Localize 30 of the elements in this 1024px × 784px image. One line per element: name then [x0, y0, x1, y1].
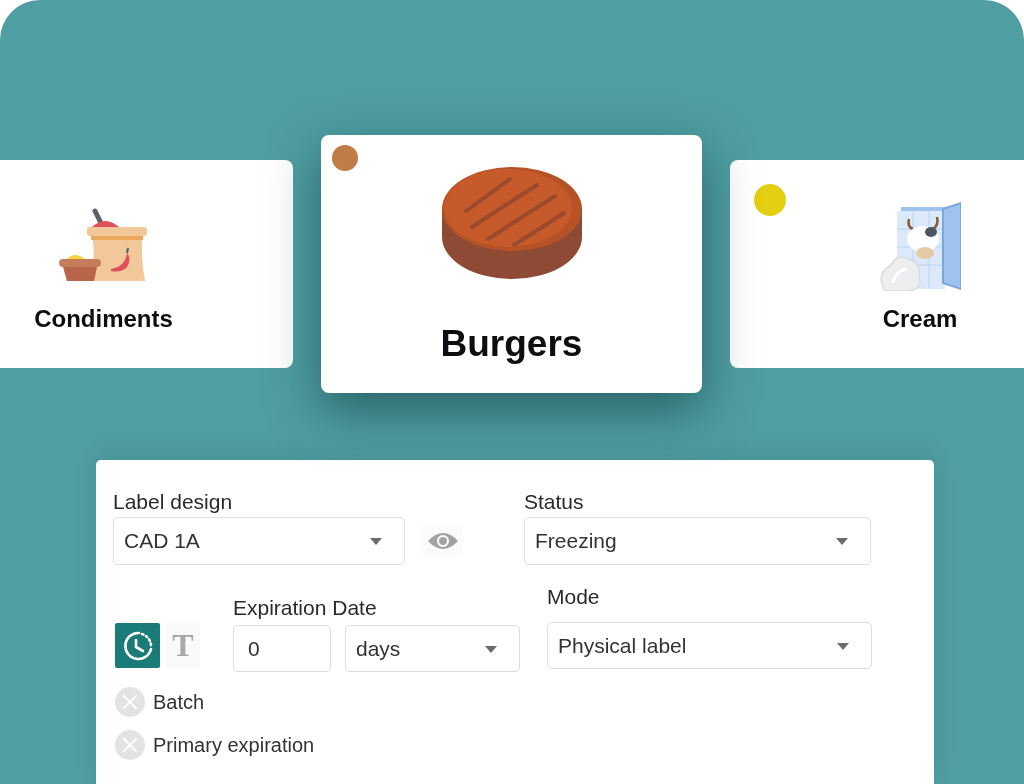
caret-icon [836, 538, 848, 545]
amount-field[interactable]: 0 [233, 625, 331, 672]
category-card[interactable]: Condiments [0, 160, 293, 368]
label-design-dropdown[interactable]: CAD 1A [113, 517, 405, 565]
category-name: Burgers [440, 322, 583, 366]
option-label: Primary expiration [153, 733, 315, 757]
mode-dropdown[interactable]: Physical label [547, 622, 872, 669]
field-label: Mode [547, 585, 600, 609]
timer-toggle[interactable] [115, 623, 160, 668]
caret-icon [370, 538, 382, 545]
x-circle-icon[interactable] [115, 730, 145, 760]
category-card[interactable]: Burgers [321, 135, 702, 393]
category-name: Condiments [34, 304, 173, 334]
eye-icon [427, 531, 459, 551]
field-label: Status [524, 490, 584, 514]
category-name: Cream [882, 304, 958, 334]
unit-dropdown[interactable]: days [345, 625, 520, 672]
cream-carton-icon [879, 199, 961, 291]
x-circle-icon[interactable] [115, 687, 145, 717]
burger-patty-icon [441, 165, 582, 279]
field-label: Expiration Date [233, 596, 377, 620]
clock-icon [121, 629, 154, 662]
status-dropdown[interactable]: Freezing [524, 517, 871, 565]
category-card[interactable]: Cream [730, 160, 1024, 368]
preview-button[interactable] [423, 525, 463, 557]
field-label: Label design [113, 490, 233, 514]
caret-icon [837, 642, 849, 650]
spice-sack-icon [58, 207, 149, 283]
caret-icon [485, 645, 497, 653]
option-label: Batch [153, 690, 205, 714]
